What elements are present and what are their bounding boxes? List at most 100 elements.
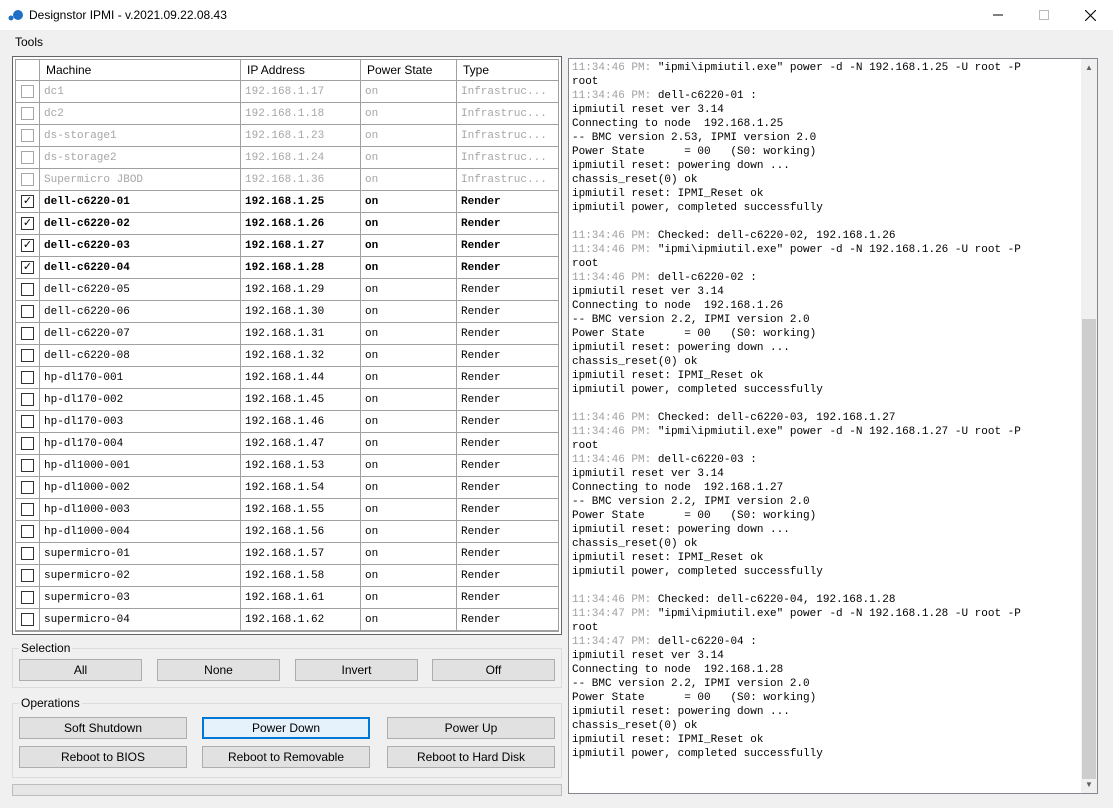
row-checkbox-cell[interactable]: [16, 433, 40, 454]
row-checkbox-cell[interactable]: [16, 411, 40, 432]
log-output[interactable]: 11:34:46 PM: "ipmi\ipmiutil.exe" power -…: [568, 58, 1098, 794]
row-checkbox-cell[interactable]: [16, 81, 40, 102]
row-checkbox[interactable]: [21, 415, 34, 428]
row-checkbox[interactable]: [21, 283, 34, 296]
row-checkbox[interactable]: [21, 547, 34, 560]
scrollbar-thumb[interactable]: [1082, 319, 1096, 779]
row-checkbox[interactable]: [21, 437, 34, 450]
row-checkbox[interactable]: ✓: [21, 261, 34, 274]
header-ip-address[interactable]: IP Address: [241, 60, 361, 81]
table-row[interactable]: supermicro-04 192.168.1.62 on Render: [16, 609, 558, 631]
row-checkbox[interactable]: ✓: [21, 195, 34, 208]
header-machine[interactable]: Machine: [40, 60, 241, 81]
row-checkbox-cell[interactable]: [16, 477, 40, 498]
row-checkbox[interactable]: [21, 459, 34, 472]
row-checkbox-cell[interactable]: [16, 543, 40, 564]
log-scrollbar[interactable]: ▲ ▼: [1081, 58, 1098, 794]
reboot-removable-button[interactable]: Reboot to Removable: [202, 746, 370, 768]
table-row[interactable]: hp-dl170-002 192.168.1.45 on Render: [16, 389, 558, 411]
table-row[interactable]: hp-dl1000-003 192.168.1.55 on Render: [16, 499, 558, 521]
soft-shutdown-button[interactable]: Soft Shutdown: [19, 717, 187, 739]
table-row[interactable]: dc1 192.168.1.17 on Infrastruc...: [16, 81, 558, 103]
row-checkbox[interactable]: [21, 525, 34, 538]
maximize-button[interactable]: [1021, 0, 1067, 30]
power-up-button[interactable]: Power Up: [387, 717, 555, 739]
row-checkbox[interactable]: [21, 591, 34, 604]
select-none-button[interactable]: None: [157, 659, 280, 681]
row-checkbox[interactable]: ✓: [21, 217, 34, 230]
close-button[interactable]: [1067, 0, 1113, 30]
row-checkbox[interactable]: [21, 129, 34, 142]
row-checkbox-cell[interactable]: ✓: [16, 257, 40, 278]
scroll-up-arrow-icon[interactable]: ▲: [1081, 59, 1097, 76]
row-checkbox[interactable]: [21, 305, 34, 318]
log-line: chassis_reset(0) ok: [572, 173, 1082, 187]
row-checkbox-cell[interactable]: [16, 125, 40, 146]
row-checkbox-cell[interactable]: [16, 103, 40, 124]
header-type[interactable]: Type: [457, 60, 558, 81]
row-checkbox[interactable]: [21, 393, 34, 406]
table-row[interactable]: hp-dl1000-002 192.168.1.54 on Render: [16, 477, 558, 499]
reboot-hard-disk-button[interactable]: Reboot to Hard Disk: [387, 746, 555, 768]
table-row[interactable]: ds-storage2 192.168.1.24 on Infrastruc...: [16, 147, 558, 169]
reboot-bios-button[interactable]: Reboot to BIOS: [19, 746, 187, 768]
table-row[interactable]: ✓ dell-c6220-01 192.168.1.25 on Render: [16, 191, 558, 213]
row-checkbox-cell[interactable]: [16, 147, 40, 168]
row-checkbox-cell[interactable]: ✓: [16, 191, 40, 212]
table-row[interactable]: dell-c6220-05 192.168.1.29 on Render: [16, 279, 558, 301]
power-down-button[interactable]: Power Down: [202, 717, 370, 739]
select-invert-button[interactable]: Invert: [295, 659, 418, 681]
row-power-state: on: [361, 235, 457, 256]
table-row[interactable]: ✓ dell-c6220-02 192.168.1.26 on Render: [16, 213, 558, 235]
table-row[interactable]: hp-dl1000-004 192.168.1.56 on Render: [16, 521, 558, 543]
row-checkbox-cell[interactable]: [16, 521, 40, 542]
row-checkbox-cell[interactable]: [16, 565, 40, 586]
select-off-button[interactable]: Off: [432, 659, 555, 681]
row-checkbox-cell[interactable]: [16, 389, 40, 410]
row-checkbox-cell[interactable]: [16, 301, 40, 322]
table-row[interactable]: ds-storage1 192.168.1.23 on Infrastruc...: [16, 125, 558, 147]
table-row[interactable]: hp-dl170-001 192.168.1.44 on Render: [16, 367, 558, 389]
table-row[interactable]: supermicro-02 192.168.1.58 on Render: [16, 565, 558, 587]
table-row[interactable]: hp-dl170-004 192.168.1.47 on Render: [16, 433, 558, 455]
row-checkbox-cell[interactable]: [16, 323, 40, 344]
row-checkbox[interactable]: [21, 85, 34, 98]
table-row[interactable]: dell-c6220-08 192.168.1.32 on Render: [16, 345, 558, 367]
row-checkbox-cell[interactable]: [16, 609, 40, 630]
row-checkbox[interactable]: [21, 371, 34, 384]
table-row[interactable]: ✓ dell-c6220-04 192.168.1.28 on Render: [16, 257, 558, 279]
row-checkbox-cell[interactable]: [16, 169, 40, 190]
row-checkbox[interactable]: [21, 349, 34, 362]
table-row[interactable]: supermicro-01 192.168.1.57 on Render: [16, 543, 558, 565]
table-row[interactable]: hp-dl1000-001 192.168.1.53 on Render: [16, 455, 558, 477]
table-row[interactable]: supermicro-03 192.168.1.61 on Render: [16, 587, 558, 609]
row-checkbox-cell[interactable]: [16, 345, 40, 366]
row-checkbox-cell[interactable]: [16, 279, 40, 300]
row-checkbox[interactable]: [21, 613, 34, 626]
row-checkbox-cell[interactable]: [16, 587, 40, 608]
row-checkbox[interactable]: [21, 481, 34, 494]
menu-tools[interactable]: Tools: [8, 35, 50, 49]
table-row[interactable]: hp-dl170-003 192.168.1.46 on Render: [16, 411, 558, 433]
row-checkbox-cell[interactable]: [16, 367, 40, 388]
row-checkbox[interactable]: [21, 151, 34, 164]
table-row[interactable]: Supermicro JBOD 192.168.1.36 on Infrastruc.…: [16, 169, 558, 191]
row-checkbox[interactable]: [21, 173, 34, 186]
row-checkbox[interactable]: [21, 503, 34, 516]
row-checkbox[interactable]: [21, 327, 34, 340]
row-checkbox-cell[interactable]: [16, 455, 40, 476]
scroll-down-arrow-icon[interactable]: ▼: [1081, 776, 1097, 793]
row-checkbox[interactable]: [21, 569, 34, 582]
minimize-button[interactable]: [975, 0, 1021, 30]
table-row[interactable]: dell-c6220-07 192.168.1.31 on Render: [16, 323, 558, 345]
table-row[interactable]: dc2 192.168.1.18 on Infrastruc...: [16, 103, 558, 125]
row-checkbox-cell[interactable]: ✓: [16, 235, 40, 256]
table-row[interactable]: dell-c6220-06 192.168.1.30 on Render: [16, 301, 558, 323]
row-checkbox-cell[interactable]: [16, 499, 40, 520]
row-checkbox-cell[interactable]: ✓: [16, 213, 40, 234]
row-checkbox[interactable]: ✓: [21, 239, 34, 252]
row-checkbox[interactable]: [21, 107, 34, 120]
header-power-state[interactable]: Power State: [361, 60, 457, 81]
select-all-button[interactable]: All: [19, 659, 142, 681]
table-row[interactable]: ✓ dell-c6220-03 192.168.1.27 on Render: [16, 235, 558, 257]
